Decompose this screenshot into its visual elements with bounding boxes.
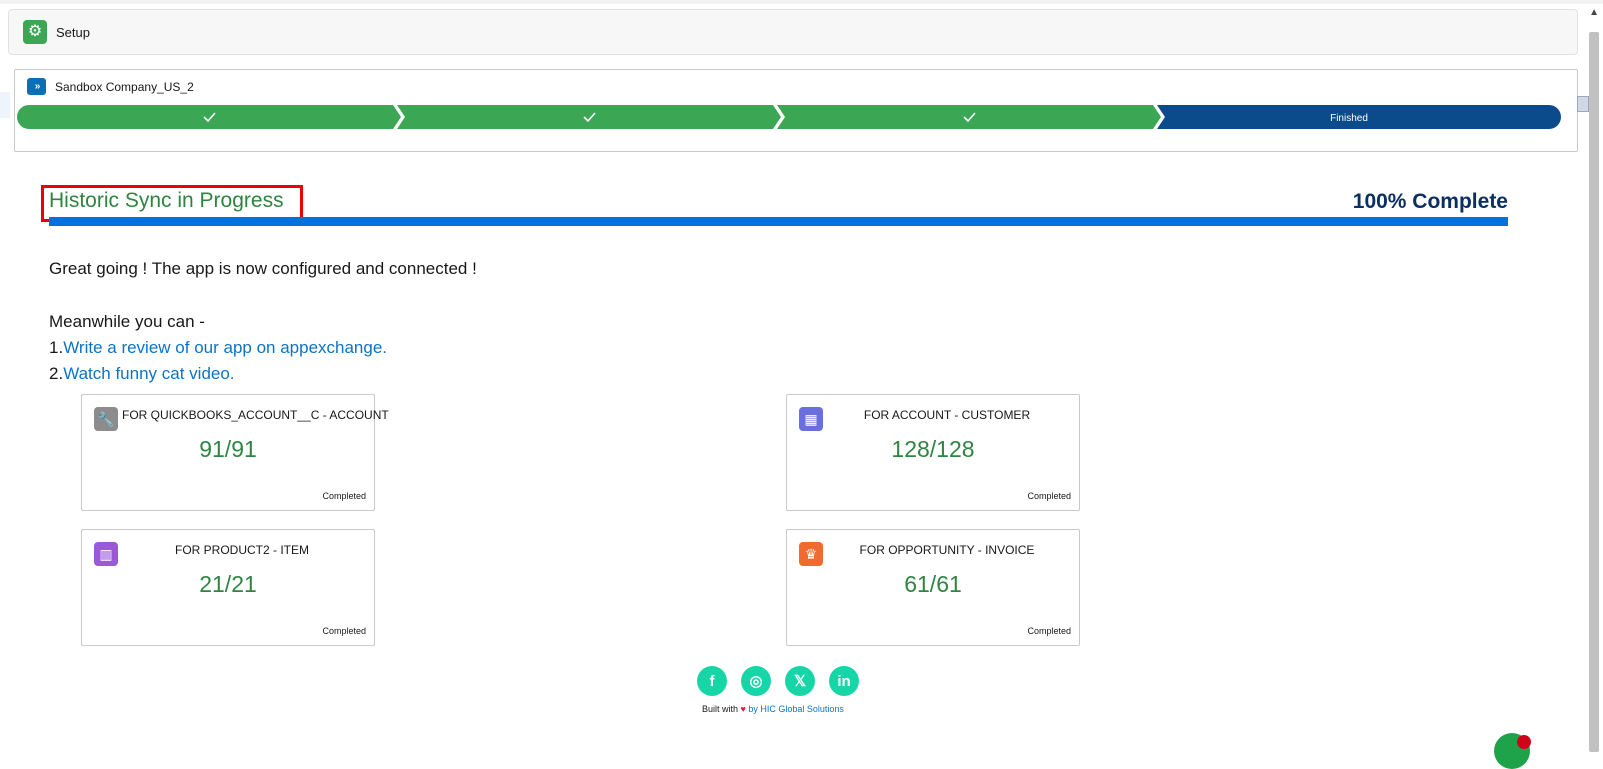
sync-card-quickbooks-account: 🔧 FOR QUICKBOOKS_ACCOUNT__C - ACCOUNT 91… — [81, 394, 389, 511]
crown-icon: ♛ — [799, 542, 823, 566]
suggestion-2: 2.Watch funny cat video. — [49, 364, 235, 383]
review-link[interactable]: Write a review of our app on appexchange… — [63, 338, 387, 357]
greeting-text: Great going ! The app is now configured … — [49, 259, 477, 278]
double-chevron-icon: » — [27, 78, 46, 95]
card-status: Completed — [322, 491, 366, 501]
sync-complete-label: 100% Complete — [1352, 190, 1508, 213]
built-with-text: Built with — [702, 704, 739, 714]
gear-icon: ⚙ — [23, 20, 47, 44]
card-value: 91/91 — [199, 436, 257, 462]
card-title: FOR ACCOUNT - CUSTOMER — [863, 408, 1031, 422]
sync-progress-bar — [49, 217, 1508, 226]
linkedin-icon[interactable]: in — [829, 666, 859, 696]
suggestion-1: 1.Write a review of our app on appexchan… — [49, 338, 388, 357]
card-title: FOR OPPORTUNITY - INVOICE — [859, 543, 1035, 557]
card-status: Completed — [1027, 491, 1071, 501]
side-collapse-tab[interactable] — [1577, 96, 1589, 112]
meanwhile-text: Meanwhile you can - — [49, 312, 205, 331]
sync-card-account-customer: ▦ FOR ACCOUNT - CUSTOMER 128/128 Complet… — [786, 394, 1080, 511]
sync-card-product-item: ▥ FOR PRODUCT2 - ITEM 21/21 Completed — [81, 529, 375, 646]
card-value: 128/128 — [891, 436, 975, 462]
card-status: Completed — [322, 626, 366, 636]
progress-path: Finished — [17, 105, 1561, 129]
card-title: FOR PRODUCT2 - ITEM — [175, 543, 309, 557]
scroll-up-icon[interactable]: ▲ — [1589, 7, 1599, 18]
card-title: FOR QUICKBOOKS_ACCOUNT__C - ACCOUNT — [122, 408, 389, 422]
cat-video-link[interactable]: Watch funny cat video. — [63, 364, 234, 383]
setup-header: ⚙ Setup — [8, 9, 1578, 55]
heart-icon: ♥ — [740, 704, 746, 714]
scrollbar-thumb[interactable] — [1589, 32, 1599, 752]
sandbox-name: Sandbox Company_US_2 — [55, 79, 194, 94]
sync-title: Historic Sync in Progress — [49, 189, 284, 212]
facebook-icon[interactable]: f — [697, 666, 727, 696]
card-value: 21/21 — [199, 571, 257, 597]
path-step-3[interactable] — [777, 105, 1161, 129]
x-icon[interactable]: 𝕏 — [785, 666, 815, 696]
barcode-icon: ▥ — [94, 542, 118, 566]
social-links: f ◎ 𝕏 in — [697, 666, 859, 696]
side-stub — [0, 92, 10, 118]
sandbox-header: » Sandbox Company_US_2 — [27, 78, 194, 95]
instagram-icon[interactable]: ◎ — [741, 666, 771, 696]
notification-dot-icon — [1517, 735, 1531, 749]
company-link[interactable]: by HIC Global Solutions — [748, 704, 844, 714]
footer-credit: Built with ♥ by HIC Global Solutions — [702, 704, 844, 714]
message-block: Great going ! The app is now configured … — [49, 256, 477, 387]
path-step-2[interactable] — [397, 105, 781, 129]
path-svg: Finished — [17, 105, 1561, 129]
setup-title: Setup — [56, 24, 90, 40]
top-edge — [0, 0, 1603, 4]
path-step-1[interactable] — [17, 105, 401, 129]
wrench-icon: 🔧 — [94, 407, 118, 431]
building-icon: ▦ — [799, 407, 823, 431]
sync-progress-fill — [49, 217, 1508, 226]
sync-title-row: Historic Sync in Progress 100% Complete — [41, 185, 1508, 222]
path-step-4[interactable]: Finished — [1157, 105, 1561, 129]
card-value: 61/61 — [904, 571, 962, 597]
path-step-4-label: Finished — [1330, 113, 1368, 124]
sync-section: Historic Sync in Progress 100% Complete — [41, 185, 1508, 226]
sandbox-panel: » Sandbox Company_US_2 Finished — [14, 69, 1578, 152]
sync-card-opportunity-invoice: ♛ FOR OPPORTUNITY - INVOICE 61/61 Comple… — [786, 529, 1080, 646]
card-status: Completed — [1027, 626, 1071, 636]
